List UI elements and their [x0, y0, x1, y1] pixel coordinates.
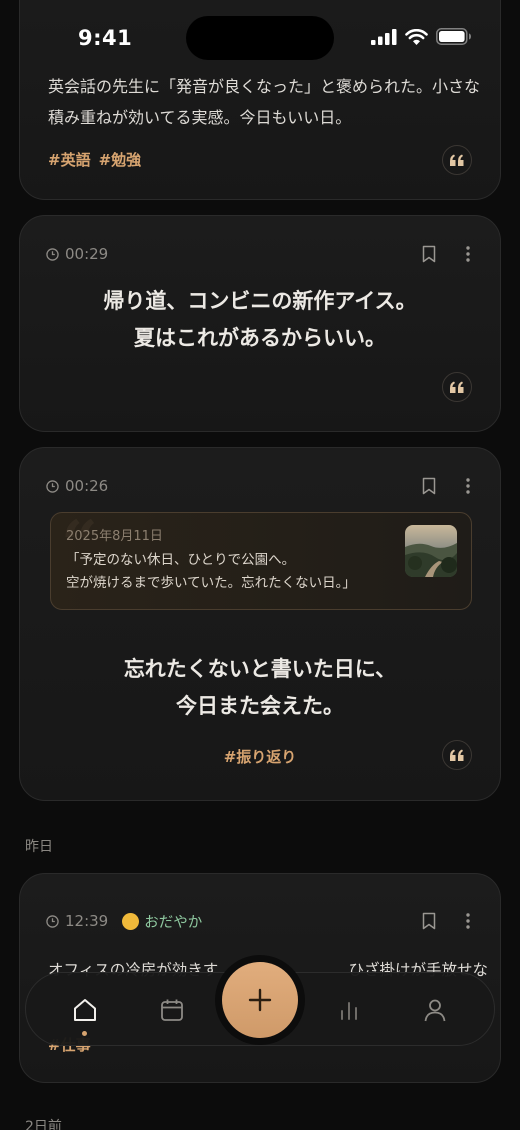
bookmark-icon[interactable]: [422, 912, 436, 930]
tag[interactable]: #勉強: [99, 149, 142, 170]
clock-icon: [46, 914, 59, 928]
status-icons: [371, 28, 472, 45]
mood-badge: おだやか: [122, 911, 202, 932]
dynamic-island: [186, 16, 334, 60]
memory-photo-thumbnail[interactable]: [405, 525, 457, 577]
time-label: 00:29: [65, 245, 109, 263]
park-photo: [405, 525, 457, 577]
more-icon[interactable]: [466, 478, 470, 494]
quote-button[interactable]: [442, 372, 472, 402]
nav-stats[interactable]: [334, 995, 364, 1025]
battery-icon: [436, 28, 471, 45]
tag[interactable]: #振り返り: [224, 748, 297, 766]
time-label: 12:39: [65, 912, 109, 930]
relieved-face-icon: [122, 912, 140, 930]
mood-label: おだやか: [144, 914, 203, 931]
tag-list: #英語 #勉強: [48, 149, 141, 170]
quote-icon: [450, 154, 464, 166]
memory-text: 「予定のない休日、ひとりで公園へ。 空が焼けるまで歩いていた。忘れたくない日。」: [66, 549, 356, 595]
entry-card[interactable]: 00:26 “ 2025年8月11日 「予定のない休日、ひとりで公園へ。 空が焼…: [19, 447, 501, 801]
status-time: 9:41: [78, 26, 133, 50]
nav-home[interactable]: [70, 995, 100, 1025]
memory-text-line: 空が焼けるまで歩いていた。忘れたくない日。」: [66, 575, 356, 591]
entry-text: 英会話の先生に「発音が良くなった」と褒められた。小さな 積み重ねが効いてる実感。…: [48, 71, 488, 133]
signal-icon: [371, 28, 397, 45]
tag[interactable]: #英語: [48, 149, 91, 170]
quote-button[interactable]: [442, 740, 472, 770]
quote-icon: [450, 749, 464, 761]
nav-calendar[interactable]: [157, 995, 187, 1025]
more-icon[interactable]: [466, 246, 470, 262]
add-entry-button[interactable]: [222, 962, 298, 1038]
memory-text-line: 「予定のない休日、ひとりで公園へ。: [66, 552, 296, 568]
section-header-yesterday: 昨日: [25, 839, 53, 855]
quote-icon: [450, 381, 464, 393]
entry-text-line: 今日また会えた。: [176, 694, 344, 718]
status-bar: 9:41: [0, 0, 520, 76]
card-header: 00:29: [46, 242, 470, 266]
bookmark-icon[interactable]: [422, 245, 436, 263]
memory-date: 2025年8月11日: [66, 529, 163, 544]
more-icon[interactable]: [466, 913, 470, 929]
active-indicator: [82, 1031, 87, 1036]
memory-card[interactable]: “ 2025年8月11日 「予定のない休日、ひとりで公園へ。 空が焼けるまで歩い…: [50, 512, 472, 610]
add-icon: [248, 988, 272, 1012]
quote-button[interactable]: [442, 145, 472, 175]
entry-text-line: 夏はこれがあるからいい。: [134, 326, 386, 350]
stats-icon: [341, 1002, 357, 1020]
entry-text: 帰り道、コンビニの新作アイス。 夏はこれがあるからいい。: [20, 283, 500, 357]
entry-text-line: 忘れたくないと書いた日に、: [123, 657, 397, 681]
entry-time: 00:26: [46, 477, 108, 495]
time-label: 00:26: [65, 477, 109, 495]
entry-text-line: 帰り道、コンビニの新作アイス。: [103, 289, 417, 313]
entry-time: 12:39: [46, 912, 108, 930]
entry-time: 00:29: [46, 245, 108, 263]
wifi-icon: [405, 28, 428, 45]
section-header-two-days-ago: 2日前: [25, 1119, 62, 1130]
entry-card[interactable]: 00:29 帰り道、コンビニの新作アイス。 夏はこれがあるからいい。: [19, 215, 501, 432]
nav-profile[interactable]: [420, 995, 450, 1025]
clock-icon: [46, 247, 59, 261]
entry-text: 忘れたくないと書いた日に、 今日また会えた。: [20, 651, 500, 725]
card-header: 12:39 おだやか: [46, 909, 470, 933]
bookmark-icon[interactable]: [422, 477, 436, 495]
card-header: 00:26: [46, 474, 470, 498]
profile-icon: [424, 999, 446, 1022]
entry-text-line: 積み重ねが効いてる実感。今日もいい日。: [48, 108, 352, 127]
home-icon: [74, 999, 96, 1021]
clock-icon: [46, 479, 59, 493]
calendar-icon: [161, 999, 183, 1021]
